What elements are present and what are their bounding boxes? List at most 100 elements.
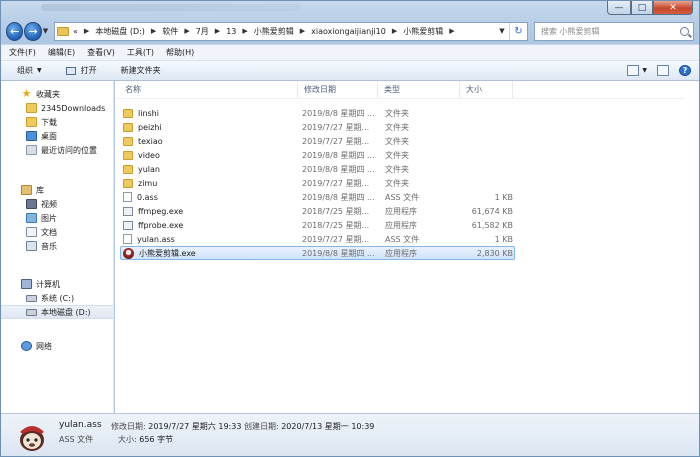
file-row[interactable]: peizhi 2019/7/27 星期... 文件夹 [123,120,515,134]
address-tail: ▼ ↻ [495,22,527,40]
picture-library-icon [26,213,37,223]
breadcrumb-item[interactable]: 小熊爱剪辑 [403,26,443,37]
breadcrumb-item[interactable]: 本地磁盘 (D:) [95,26,145,37]
nav-network[interactable]: 网络 [1,339,114,353]
preview-pane-icon[interactable] [657,65,669,76]
refresh-icon[interactable]: ↻ [508,22,527,40]
file-row[interactable]: video 2019/8/8 星期四 ... 文件夹 [123,148,515,162]
file-type: 应用程序 [385,220,417,230]
column-header-date[interactable]: 修改日期 [298,80,378,99]
chevron-right-icon[interactable]: ▶ [184,27,189,35]
menu-tools[interactable]: 工具(T) [127,47,154,58]
file-date: 2019/7/27 星期... [302,136,370,146]
file-row[interactable]: 0.ass 2019/8/8 星期四 ... ASS 文件 1 KB [123,190,515,204]
breadcrumb-item[interactable]: xiaoxiongaijianji10 [311,27,386,36]
search-icon[interactable] [679,26,689,36]
recent-pages-dropdown[interactable]: ▼ [43,27,50,35]
details-pane: yulan.ass 修改日期: 2019/7/27 星期六 19:33 创建日期… [1,413,699,456]
breadcrumb-item[interactable]: 13 [226,27,236,36]
menu-edit[interactable]: 编辑(E) [48,47,75,58]
nav-item-label: 音乐 [41,241,57,251]
file-row[interactable]: yulan 2019/8/8 星期四 ... 文件夹 [123,162,515,176]
nav-item-videos[interactable]: 视频 [1,197,114,211]
file-name: ffmpeg.exe [138,206,184,216]
nav-item-desktop[interactable]: 桌面 [1,129,114,143]
nav-computer-label: 计算机 [36,279,60,289]
chevron-right-icon[interactable]: ▶ [392,27,397,35]
nav-item-pictures[interactable]: 图片 [1,211,114,225]
column-header-size[interactable]: 大小 [460,80,513,99]
column-header-type[interactable]: 类型 [378,80,460,99]
back-button[interactable]: ← [6,21,24,41]
file-name: video [138,150,160,160]
nav-item-downloads[interactable]: 下载 [1,115,114,129]
nav-favorites[interactable]: ★ 收藏夹 [1,87,114,101]
nav-item-label: 视频 [41,199,57,209]
caption-buttons: — □ ✕ [607,1,693,15]
nav-item-documents[interactable]: 文档 [1,225,114,239]
close-button[interactable]: ✕ [653,1,693,15]
nav-item-2345downloads[interactable]: 2345Downloads [1,101,114,115]
chevron-right-icon[interactable]: ▶ [151,27,156,35]
search-input[interactable]: 搜索 小熊爱剪辑 [541,26,600,37]
organize-label: 组织 [17,66,33,75]
file-type: 文件夹 [385,178,409,188]
forward-button[interactable]: → [24,21,42,41]
menu-file[interactable]: 文件(F) [9,47,36,58]
file-row[interactable]: zimu 2019/7/27 星期... 文件夹 [123,176,515,190]
file-date: 2019/7/27 星期... [302,122,370,132]
details-size: 大小: 656 字节 [118,434,173,445]
maximize-button[interactable]: □ [631,1,653,15]
nav-item-label: 下载 [41,117,57,127]
nav-item-drive-c[interactable]: 系统 (C:) [1,291,114,305]
breadcrumb-item[interactable]: 小熊爱剪辑 [254,26,294,37]
file-type: 应用程序 [385,206,417,216]
file-row[interactable]: linshi 2019/8/8 星期四 ... 文件夹 [123,106,515,120]
nav-item-recent-places[interactable]: 最近访问的位置 [1,143,114,157]
chevron-right-icon[interactable]: ▶ [300,27,305,35]
created-label: 创建日期: [243,422,279,431]
nav-item-label: 系统 (C:) [41,293,75,303]
breadcrumb-overflow[interactable]: « [73,27,78,36]
file-date: 2019/8/8 星期四 ... [302,164,375,174]
new-folder-button[interactable]: 新建文件夹 [121,65,161,76]
folder-icon [123,178,133,188]
minimize-button[interactable]: — [607,1,631,15]
nav-computer[interactable]: 计算机 [1,277,114,291]
nav-item-label: 图片 [41,213,57,223]
chevron-right-icon: ▶ [83,27,90,35]
menu-help[interactable]: 帮助(H) [166,47,194,58]
help-icon[interactable]: ? [679,65,691,76]
size-value: 656 字节 [139,435,174,444]
details-file-type: ASS 文件 [59,435,94,444]
open-icon [65,66,76,75]
file-row[interactable]: 小熊爱剪辑.exe 2019/8/8 星期四 ... 应用程序 2,830 KB [120,246,515,260]
nav-libraries[interactable]: 库 [1,183,114,197]
breadcrumb-item[interactable]: 7月 [196,26,209,37]
file-name-cell: texiao [123,136,302,146]
file-type: 文件夹 [385,164,409,174]
file-name: peizhi [138,122,162,132]
nav-item-drive-d[interactable]: 本地磁盘 (D:) [1,305,114,319]
address-history-dropdown[interactable]: ▼ [495,27,509,35]
change-view-icon[interactable] [627,65,640,76]
file-row[interactable]: ffprobe.exe 2018/7/25 星期... 应用程序 61,582 KB [123,218,515,232]
chevron-right-icon[interactable]: ▶ [215,27,220,35]
column-header-name[interactable]: 名称 [115,80,298,99]
chevron-right-icon[interactable]: ▶ [449,27,454,35]
file-row[interactable]: ffmpeg.exe 2018/7/25 星期... 应用程序 61,674 KB [123,204,515,218]
file-name-cell: ffmpeg.exe [123,206,302,216]
folder-icon [123,150,133,160]
chevron-right-icon[interactable]: ▶ [242,27,247,35]
organize-button[interactable]: 组织 ▼ [17,65,42,76]
address-bar[interactable]: « ▶ 本地磁盘 (D:) ▶ 软件 ▶ 7月 ▶ 13 ▶ 小熊爱剪辑 ▶ xiaoxio… [53,21,528,41]
nav-item-music[interactable]: 音乐 [1,239,114,253]
view-options-dropdown[interactable]: ▼ [642,67,647,74]
open-button[interactable]: 打开 [65,65,97,76]
file-row[interactable]: texiao 2019/7/27 星期... 文件夹 [123,134,515,148]
file-row[interactable]: yulan.ass 2019/7/27 星期... ASS 文件 1 KB [123,232,515,246]
search-box[interactable]: 搜索 小熊爱剪辑 [533,21,694,41]
breadcrumb-item[interactable]: 软件 [162,26,178,37]
menu-view[interactable]: 查看(V) [87,47,115,58]
file-list-pane: 名称 修改日期 类型 大小 linshi 2019/8/8 星期四 ... 文件夹 p… [115,80,685,413]
